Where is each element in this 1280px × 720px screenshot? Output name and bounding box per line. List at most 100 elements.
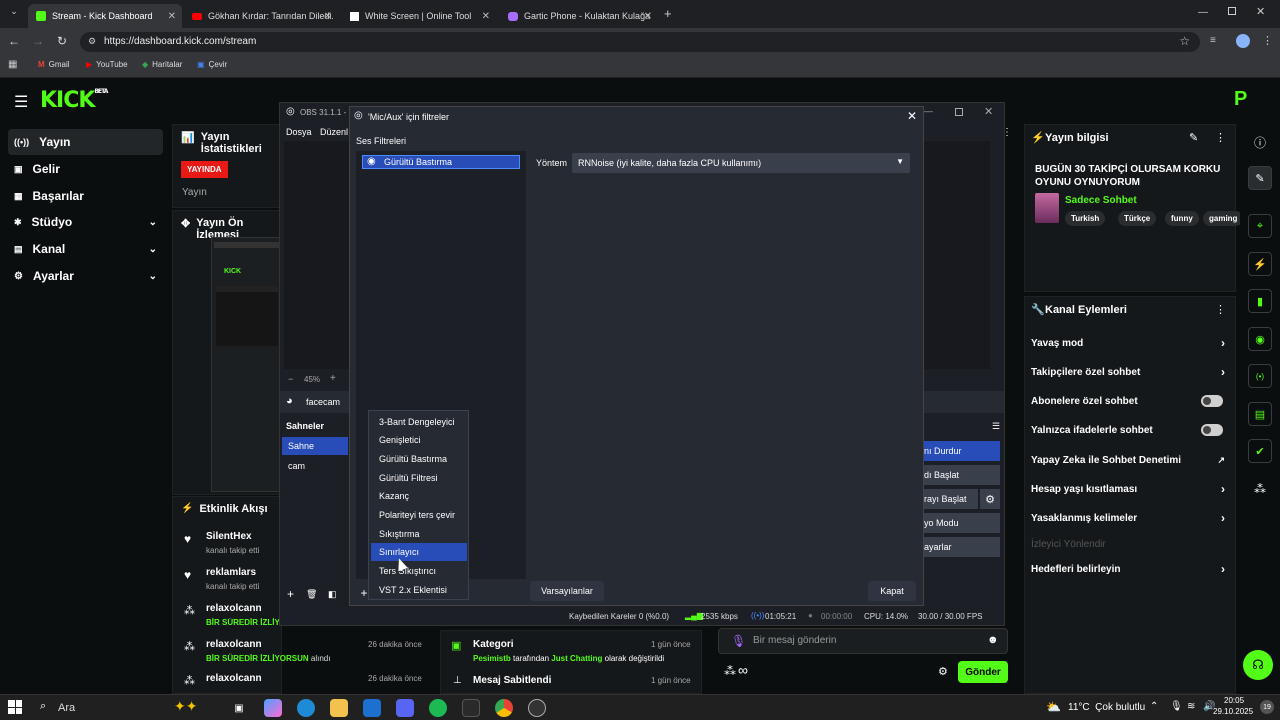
- clock-time[interactable]: 20:05: [1224, 696, 1244, 705]
- settings-button[interactable]: ayarlar: [922, 537, 1000, 557]
- edit-pencil-icon[interactable]: ✎: [1189, 131, 1198, 144]
- url-field[interactable]: ⚙ https://dashboard.kick.com/stream ☆: [80, 32, 1200, 52]
- filter-item[interactable]: ◉ Gürültü Bastırma: [362, 155, 520, 169]
- tag[interactable]: Türkçe: [1118, 211, 1157, 226]
- edit-pencil-icon[interactable]: ✎: [1248, 166, 1272, 190]
- obs-maximize-icon[interactable]: [955, 108, 963, 116]
- task-view-icon[interactable]: ▣: [230, 699, 248, 717]
- close-tab-icon[interactable]: ✕: [168, 11, 176, 22]
- filter-scene-icon[interactable]: ◧: [328, 589, 337, 600]
- close-button[interactable]: Kapat: [868, 581, 916, 601]
- tag[interactable]: funny: [1165, 211, 1199, 226]
- obs-menu-file[interactable]: Dosya: [286, 127, 312, 137]
- file-explorer-icon[interactable]: [330, 699, 348, 717]
- apps-grid-icon[interactable]: ▦: [8, 59, 17, 70]
- bookmark-youtube[interactable]: ▶ YouTube: [86, 60, 128, 69]
- emotes-only-toggle[interactable]: [1201, 424, 1223, 436]
- bookmark-star-icon[interactable]: ☆: [1179, 34, 1190, 48]
- menu-item-noise-gate[interactable]: Gürültü Filtresi: [371, 469, 467, 487]
- back-arrow-icon[interactable]: ←: [8, 34, 20, 48]
- tray-microphone-icon[interactable]: 🎙: [1170, 701, 1183, 712]
- tab-list-dropdown-icon[interactable]: ⌄: [6, 6, 22, 22]
- edge-icon[interactable]: [297, 699, 315, 717]
- tab-kick-dashboard[interactable]: Stream - Kick Dashboard ✕: [28, 4, 182, 28]
- tag[interactable]: gaming: [1203, 211, 1244, 226]
- media-controls-icon[interactable]: ≡: [1210, 35, 1216, 46]
- wrench-icon[interactable]: ✔: [1248, 439, 1272, 463]
- zoom-in-icon[interactable]: +: [330, 373, 336, 384]
- chat-input[interactable]: 🎙 Bir mesaj gönderin ☻: [718, 628, 1008, 654]
- menu-item-upward-compressor[interactable]: Ters Sıkıştırıcı: [371, 562, 467, 580]
- support-chat-button[interactable]: ☊: [1243, 650, 1273, 680]
- hamburger-menu-icon[interactable]: ☰: [14, 92, 28, 112]
- obs-taskbar-icon[interactable]: [528, 699, 546, 717]
- kick-logo[interactable]: KICKBETA: [40, 88, 108, 113]
- bookmark-gmail[interactable]: M Gmail: [38, 60, 70, 69]
- info-circle-icon[interactable]: ⓘ: [1254, 134, 1266, 151]
- profile-avatar[interactable]: [1236, 34, 1250, 48]
- send-button[interactable]: Gönder: [958, 661, 1008, 683]
- scene-item[interactable]: Sahne: [282, 437, 348, 455]
- action-account-age[interactable]: Hesap yaşı kısıtlaması ›: [1031, 479, 1231, 499]
- wifi-icon[interactable]: ≋: [1187, 701, 1195, 712]
- minimize-window-icon[interactable]: —: [1198, 7, 1208, 18]
- widgets-icon[interactable]: ⁂: [1254, 482, 1266, 496]
- sidebar-item-yayin[interactable]: ((•)) Yayın: [8, 129, 163, 155]
- browser-menu-icon[interactable]: ⋮: [1262, 34, 1273, 47]
- start-recording-button[interactable]: dı Başlat: [922, 465, 1000, 485]
- spotify-icon[interactable]: [429, 699, 447, 717]
- menu-item-noise-suppression[interactable]: Gürültü Bastırma: [371, 450, 467, 468]
- start-virtual-camera-button[interactable]: rayı Başlat: [922, 489, 978, 509]
- menu-item-invert-polarity[interactable]: Polariteyi ters çevir: [371, 506, 467, 524]
- subscribers-only-toggle[interactable]: [1201, 395, 1223, 407]
- tag[interactable]: Turkish: [1065, 211, 1106, 226]
- more-options-icon[interactable]: ⋮: [1215, 303, 1226, 316]
- menu-item-vst-plugin[interactable]: VST 2.x Eklentisi: [371, 581, 467, 599]
- microphone-icon[interactable]: 🎙: [731, 634, 746, 648]
- action-emotes-only[interactable]: Yalnızca ifadelerle sohbet: [1031, 420, 1231, 440]
- action-goals[interactable]: Hedefleri belirleyin ›: [1031, 559, 1231, 579]
- obs-more-icon[interactable]: ⋮: [1002, 127, 1012, 138]
- sidebar-item-ayarlar[interactable]: ⚙ Ayarlar ⌄: [8, 263, 163, 289]
- reload-icon[interactable]: ↻: [57, 34, 67, 48]
- feed-user[interactable]: relaxolcann: [206, 603, 262, 614]
- kick-app-icon[interactable]: P: [1234, 88, 1247, 111]
- menu-item-compressor[interactable]: Sıkıştırma: [371, 525, 467, 543]
- sidebar-item-gelir[interactable]: ▣ Gelir: [8, 156, 163, 182]
- clipboard-icon[interactable]: ▮: [1248, 289, 1272, 313]
- action-banned-words[interactable]: Yasaklanmış kelimeler ›: [1031, 508, 1231, 528]
- discord-icon[interactable]: [396, 699, 414, 717]
- scene-item[interactable]: cam: [282, 457, 348, 475]
- new-tab-plus-icon[interactable]: +: [664, 6, 672, 21]
- windows-start-icon[interactable]: [8, 700, 22, 714]
- feed-user[interactable]: SilentHex: [206, 531, 252, 542]
- chat-bubble-icon[interactable]: ◉: [1248, 327, 1272, 351]
- chat-settings-gear-icon[interactable]: ⚙: [938, 665, 948, 678]
- stop-streaming-button[interactable]: nı Durdur: [922, 441, 1000, 461]
- studio-mode-button[interactable]: yo Modu: [922, 513, 1000, 533]
- sidebar-item-basarilar[interactable]: ▦ Başarılar: [8, 183, 163, 209]
- close-tab-icon[interactable]: ✕: [482, 11, 490, 22]
- weather-text[interactable]: 11°C Çok bulutlu: [1068, 702, 1145, 713]
- site-info-icon[interactable]: ⚙: [88, 36, 96, 47]
- target-icon[interactable]: ⌖: [1248, 214, 1272, 238]
- action-subscribers-only[interactable]: Abonelere özel sohbet: [1031, 391, 1231, 411]
- more-options-icon[interactable]: ⋮: [1215, 131, 1226, 144]
- defaults-button[interactable]: Varsayılanlar: [530, 581, 604, 601]
- feed-user[interactable]: reklamlars: [206, 567, 256, 578]
- close-tab-icon[interactable]: ✕: [324, 11, 332, 22]
- list-icon[interactable]: ▤: [1248, 402, 1272, 426]
- chrome-icon[interactable]: [495, 699, 513, 717]
- menu-item-3band-eq[interactable]: 3-Bant Dengeleyici: [371, 413, 467, 431]
- broadcast-icon[interactable]: (•): [1248, 364, 1272, 388]
- forward-arrow-icon[interactable]: →: [32, 34, 44, 48]
- method-select[interactable]: RNNoise (iyi kalite, daha fazla CPU kull…: [572, 153, 910, 173]
- eye-icon[interactable]: ◉: [367, 156, 376, 167]
- obs-menu-edit[interactable]: Düzenl: [320, 127, 348, 137]
- infinity-icon[interactable]: ∞: [738, 662, 748, 678]
- sidebar-item-kanal[interactable]: ▤ Kanal ⌄: [8, 236, 163, 262]
- action-followers-only[interactable]: Takipçilere özel sohbet ›: [1031, 362, 1231, 382]
- obs-close-icon[interactable]: ✕: [984, 105, 993, 118]
- restore-window-icon[interactable]: [1228, 7, 1236, 15]
- feed-user[interactable]: relaxolcann: [206, 673, 262, 684]
